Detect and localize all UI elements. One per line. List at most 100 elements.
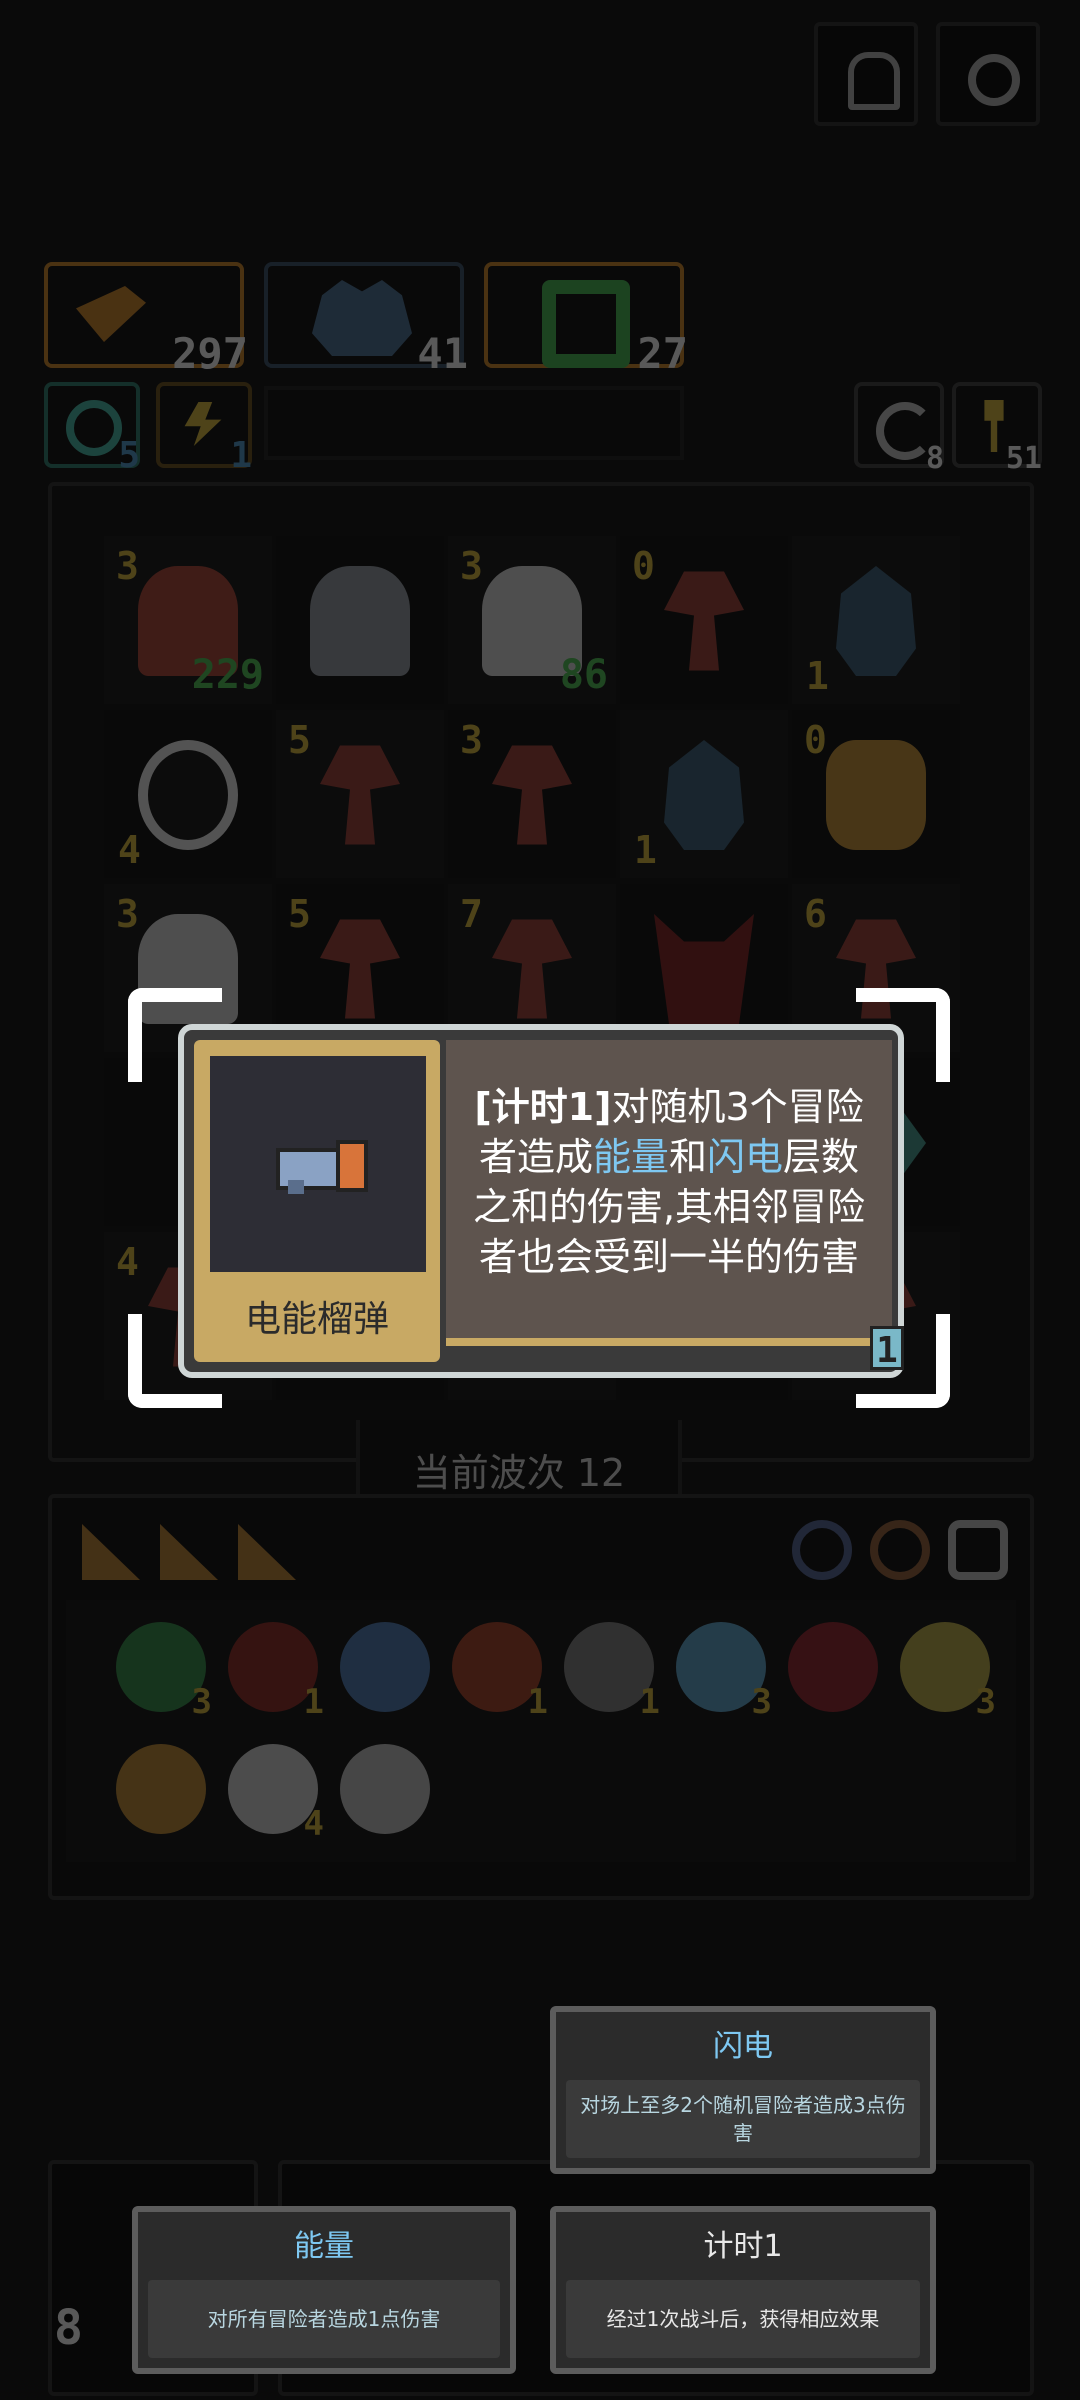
- cell-level: 3: [460, 544, 483, 588]
- tooltip-energy: 能量 对所有冒险者造成1点伤害: [132, 2206, 516, 2374]
- attack-stat: 297: [44, 262, 248, 378]
- board-cell[interactable]: 3 229: [104, 536, 272, 704]
- tooltip-timer-title: 计时1: [703, 2229, 783, 2264]
- refresh-stat[interactable]: 8: [854, 382, 944, 476]
- gem-icon[interactable]: 3: [116, 1622, 212, 1722]
- relic-count: 1: [527, 1682, 548, 1722]
- golem-icon: [664, 740, 744, 850]
- cell-level: 0: [632, 544, 655, 588]
- bomb-icon: [138, 740, 238, 850]
- board-cell[interactable]: 1: [620, 710, 788, 878]
- item-icon-box: [210, 1056, 426, 1272]
- cell-level: 3: [116, 892, 139, 936]
- monster-stat: 41: [264, 262, 468, 378]
- item-corner-count: 1: [870, 1326, 904, 1371]
- board-cell[interactable]: 5: [276, 710, 444, 878]
- orb-slot-2: [870, 1520, 930, 1580]
- board-cell[interactable]: [276, 536, 444, 704]
- item-description: [计时1]对随机3个冒险者造成能量和闪电层数之和的伤害,其相邻冒险者也会受到一半…: [464, 1082, 874, 1282]
- orb-slot-1: [792, 1520, 852, 1580]
- bottom-count: 8: [54, 2300, 83, 2356]
- wave-label: 当前波次 12: [412, 1451, 626, 1495]
- relic-count: 3: [975, 1682, 996, 1722]
- item-desc-panel: [计时1]对随机3个冒险者造成能量和闪电层数之和的伤害,其相邻冒险者也会受到一半…: [446, 1040, 892, 1346]
- wings-icon[interactable]: 3: [676, 1622, 772, 1722]
- cell-hp: 86: [559, 652, 608, 698]
- tooltip-lightning: 闪电 对场上至多2个随机冒险者造成3点伤害: [550, 2006, 936, 2174]
- mushroom-icon: [664, 571, 744, 671]
- key-value: 51: [1005, 441, 1042, 476]
- settings-button[interactable]: [936, 22, 1040, 126]
- board-cell[interactable]: 0: [620, 536, 788, 704]
- ring-icon: [542, 280, 630, 368]
- hat-icon[interactable]: 1: [452, 1622, 548, 1722]
- item-name: 电能榴弹: [244, 1299, 389, 1340]
- relic-count: 1: [303, 1682, 324, 1722]
- hero-plain-icon: [310, 566, 410, 676]
- tooltip-energy-title: 能量: [294, 2229, 354, 2264]
- monster-icon: [312, 280, 412, 356]
- grenade-icon: [276, 1136, 368, 1194]
- lightning-stat: 1: [156, 382, 252, 476]
- tooltip-timer-body: 经过1次战斗后，获得相应效果: [566, 2280, 920, 2358]
- cell-count: 1: [634, 828, 657, 872]
- cell-hp: 229: [191, 652, 264, 698]
- desc-part: 和: [668, 1135, 707, 1179]
- cell-level: 3: [460, 718, 483, 762]
- attack-value: 297: [172, 329, 248, 378]
- apple-icon[interactable]: 1: [228, 1622, 324, 1722]
- relic-count: 3: [191, 1682, 212, 1722]
- target-stat: 5: [44, 382, 140, 476]
- relic-count: 3: [751, 1682, 772, 1722]
- attack-icon: [76, 286, 146, 342]
- golem-icon: [836, 566, 916, 676]
- cell-level: 0: [804, 718, 827, 762]
- bell-icon[interactable]: [116, 1744, 206, 1834]
- relic-area: [66, 1600, 1016, 1862]
- settings-icon: [968, 54, 1020, 106]
- status-bar: [264, 386, 684, 460]
- help-icon: [848, 52, 900, 110]
- scroll-icon[interactable]: 3: [900, 1622, 996, 1722]
- cell-count: 1: [806, 654, 829, 698]
- mushroom-icon: [320, 745, 400, 845]
- cell-level: 5: [288, 718, 311, 762]
- desc-part: 能量: [592, 1135, 669, 1179]
- sword-icon[interactable]: 1: [564, 1622, 660, 1722]
- item-card[interactable]: 电能榴弹 [计时1]对随机3个冒险者造成能量和闪电层数之和的伤害,其相邻冒险者也…: [178, 1024, 904, 1378]
- item-card-left: 电能榴弹: [194, 1040, 440, 1362]
- board-cell[interactable]: 4: [104, 710, 272, 878]
- target-icon: [66, 400, 122, 456]
- relic-count: 4: [303, 1804, 324, 1844]
- target-value: 5: [118, 435, 140, 476]
- tooltip-lightning-body: 对场上至多2个随机冒险者造成3点伤害: [566, 2080, 920, 2158]
- board-cell[interactable]: 1: [792, 536, 960, 704]
- cell-count: 4: [118, 828, 141, 872]
- monster-value: 41: [417, 329, 468, 378]
- board-cell[interactable]: 3: [448, 710, 616, 878]
- snowflake-icon[interactable]: [340, 1622, 430, 1712]
- coin-icon: [826, 740, 926, 850]
- ring-value: 27: [637, 329, 688, 378]
- key-stat: 51: [952, 382, 1042, 476]
- orb-slot-3: [948, 1520, 1008, 1580]
- help-button[interactable]: [814, 22, 918, 126]
- lightning-icon: [184, 402, 222, 446]
- cell-level: 3: [116, 544, 139, 588]
- mushroom-icon: [492, 745, 572, 845]
- orb-icon[interactable]: [788, 1622, 878, 1712]
- desc-part: [计时1]: [474, 1085, 612, 1129]
- cell-level: 6: [804, 892, 827, 936]
- board-cell[interactable]: 3 86: [448, 536, 616, 704]
- tooltip-lightning-title: 闪电: [713, 2029, 773, 2064]
- refresh-value: 8: [925, 441, 944, 476]
- tooltip-timer: 计时1 经过1次战斗后，获得相应效果: [550, 2206, 936, 2374]
- ring-stat: 27: [484, 262, 688, 378]
- lightning-value: 1: [230, 435, 252, 476]
- desc-part: 闪电: [707, 1135, 784, 1179]
- board-cell[interactable]: 0: [792, 710, 960, 878]
- cloud-icon[interactable]: 4: [228, 1744, 324, 1844]
- dice-icon[interactable]: [340, 1744, 430, 1834]
- tooltip-energy-body: 对所有冒险者造成1点伤害: [148, 2280, 500, 2358]
- relic-count: 1: [639, 1682, 660, 1722]
